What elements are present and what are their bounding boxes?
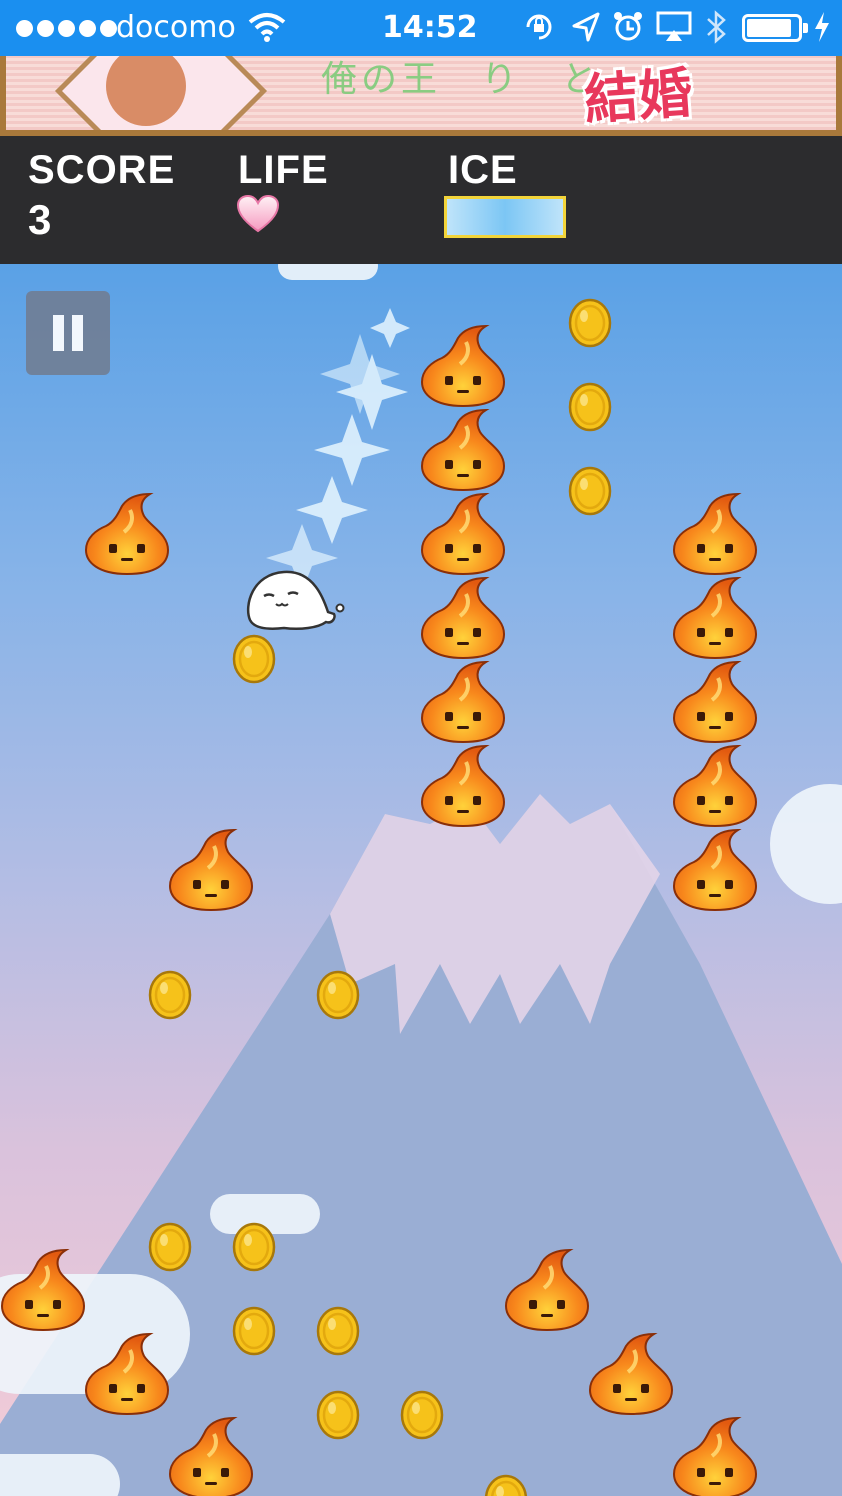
life-label: LIFE	[238, 148, 329, 192]
fire-enemy	[84, 492, 170, 576]
pause-icon	[53, 315, 64, 351]
fire-enemy	[420, 576, 506, 660]
banner-faded-text: 俺の王 り と	[321, 58, 602, 99]
ice-label: ICE	[448, 148, 518, 192]
gold-coin	[232, 1222, 276, 1272]
fire-enemy	[672, 576, 758, 660]
gold-coin	[316, 1390, 360, 1440]
fire-enemy	[168, 828, 254, 912]
cloud	[0, 1454, 120, 1496]
wifi-icon	[248, 13, 286, 42]
game-area[interactable]	[0, 264, 842, 1496]
fire-enemy	[672, 1416, 758, 1496]
fire-enemy	[672, 660, 758, 744]
pause-button[interactable]	[26, 291, 110, 375]
gold-coin	[148, 970, 192, 1020]
game-hud: SCORE 3 LIFE ICE	[0, 136, 842, 264]
location-arrow-icon	[572, 12, 600, 42]
score-label: SCORE	[28, 148, 176, 192]
ad-banner[interactable]: 俺の王 り と 結婚	[0, 56, 842, 136]
gold-coin	[400, 1390, 444, 1440]
charging-bolt-icon	[815, 12, 829, 42]
fire-enemy	[420, 408, 506, 492]
fire-enemy	[420, 660, 506, 744]
fire-enemy	[672, 492, 758, 576]
bluetooth-icon	[707, 10, 726, 44]
carrier-name: docomo	[116, 10, 236, 45]
fire-enemy	[0, 1248, 86, 1332]
fire-enemy	[504, 1248, 590, 1332]
gold-coin	[568, 298, 612, 348]
fire-enemy	[168, 1416, 254, 1496]
banner-title-text: 結婚	[582, 60, 695, 132]
heart-icon	[236, 194, 280, 233]
signal-strength-icon	[16, 20, 117, 37]
fire-enemy	[420, 744, 506, 828]
ice-gauge	[444, 196, 566, 238]
gold-coin	[568, 466, 612, 516]
clock-time: 14:52	[382, 10, 478, 45]
gold-coin	[484, 1474, 528, 1496]
cloud	[278, 264, 378, 280]
gold-coin	[568, 382, 612, 432]
score-value: 3	[28, 196, 52, 243]
fire-enemy	[420, 492, 506, 576]
gold-coin	[316, 970, 360, 1020]
gold-coin	[232, 634, 276, 684]
gold-coin	[148, 1222, 192, 1272]
gold-coin	[316, 1306, 360, 1356]
rotation-lock-icon	[526, 14, 552, 40]
fire-enemy	[420, 324, 506, 408]
battery-icon	[742, 14, 808, 42]
fire-enemy	[84, 1332, 170, 1416]
gold-coin	[232, 1306, 276, 1356]
fire-enemy	[588, 1332, 674, 1416]
alarm-icon	[614, 12, 642, 41]
status-bar: docomo 14:52	[0, 0, 842, 56]
player-seal[interactable]	[244, 566, 348, 636]
fire-enemy	[672, 744, 758, 828]
airplay-icon	[656, 11, 692, 41]
fire-enemy	[672, 828, 758, 912]
